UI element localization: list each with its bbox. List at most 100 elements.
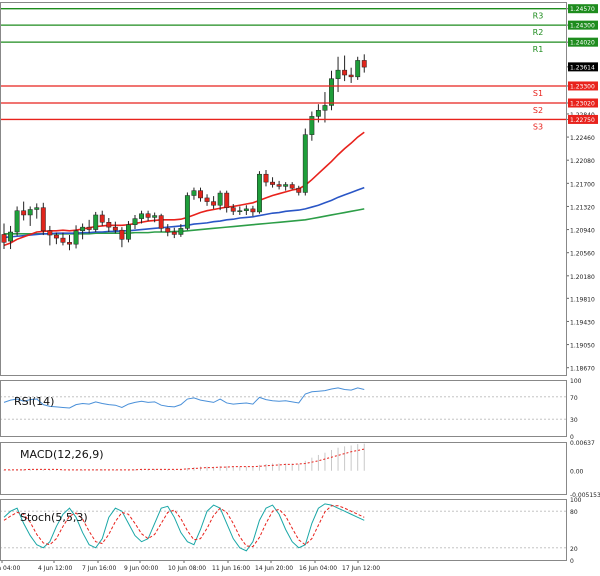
candle xyxy=(270,177,276,188)
candle xyxy=(289,182,295,190)
candle-body xyxy=(99,214,105,223)
price-pane-frame xyxy=(0,2,567,376)
rsi-pane-frame xyxy=(0,380,567,437)
stoch-tick-label: 20 xyxy=(570,546,578,553)
candle xyxy=(99,210,105,226)
candle-body xyxy=(270,181,276,185)
price-pane[interactable] xyxy=(1,54,367,251)
candle-body xyxy=(217,192,223,206)
candle-body xyxy=(184,195,190,229)
candle xyxy=(237,206,243,215)
candle xyxy=(263,169,269,187)
candle-body xyxy=(152,215,158,218)
candle xyxy=(73,225,79,249)
price-tick-label: 1.19810 xyxy=(570,296,595,303)
candle-body xyxy=(67,242,72,245)
candle-body xyxy=(322,105,328,111)
candle-body xyxy=(1,234,7,243)
time-tick-label: 9 Jun 00:00 xyxy=(124,565,158,572)
candle-body xyxy=(230,207,236,212)
candle-body xyxy=(60,237,66,243)
candle-body xyxy=(171,231,177,235)
candle xyxy=(198,187,203,202)
time-axis: 3 Jun 04:00 4 Jun 12:00 7 Jun 16:00 9 Jun 0… xyxy=(0,560,380,572)
candle-body xyxy=(73,230,79,245)
candle-body xyxy=(14,210,20,233)
time-tick-label: 17 Jun 12:00 xyxy=(342,565,380,572)
rsi-tick-label: 70 xyxy=(570,395,578,402)
candle-body xyxy=(276,184,282,187)
level-label-s1: S1 xyxy=(533,89,543,98)
candle-body xyxy=(165,228,171,233)
trading-chart: 1.24570 1.24300 1.24020 1.23614 1.23300 1.230… xyxy=(0,2,600,572)
candle xyxy=(309,111,315,141)
level-price-s1: 1.23300 xyxy=(570,83,595,90)
support-resistance-levels: 1.24570 R3 1.24300 R2 1.24020 R1 1.23300 S1 1.23… xyxy=(0,4,598,131)
time-tick-label: 11 Jun 16:00 xyxy=(212,565,250,572)
candle xyxy=(342,55,348,82)
candle-body xyxy=(250,208,256,213)
level-price-s2: 1.23020 xyxy=(570,101,595,108)
candle-body xyxy=(283,184,289,187)
candle xyxy=(106,218,112,233)
candle-body xyxy=(86,226,92,230)
candle xyxy=(47,225,53,246)
candle-body xyxy=(178,228,184,235)
candle-body xyxy=(257,173,262,213)
stoch-tick-label: 100 xyxy=(570,497,582,504)
candle-body xyxy=(126,224,131,240)
macd-pane[interactable]: 0.006370.00-0.005153MACD(12,26,9) xyxy=(3,440,600,499)
candle-body xyxy=(53,234,59,239)
candle-body xyxy=(302,134,308,193)
candle xyxy=(34,203,40,219)
candle-body xyxy=(342,69,348,76)
candle xyxy=(191,187,197,200)
candle xyxy=(204,194,210,206)
candle xyxy=(132,214,138,229)
candle-body xyxy=(145,213,151,218)
time-tick-label: 7 Jun 16:00 xyxy=(82,565,116,572)
candle-body xyxy=(237,210,243,212)
current-price-label: 1.23614 xyxy=(570,64,595,71)
stoch-title: Stoch(5,5,3) xyxy=(20,511,88,524)
price-tick-label: 1.19050 xyxy=(570,343,595,350)
time-tick-label: 16 Jun 04:00 xyxy=(299,565,337,572)
rsi-tick-label: 100 xyxy=(570,378,582,385)
price-tick-label: 1.20560 xyxy=(570,251,595,258)
macd-tick-label: 0.00637 xyxy=(570,440,595,447)
level-price-r2: 1.24300 xyxy=(570,23,595,30)
candle-body xyxy=(40,207,46,232)
stoch-pane[interactable]: 100 80 20 0 Stoch(5,5,3) xyxy=(0,497,582,565)
level-price-r3: 1.24570 xyxy=(570,6,595,13)
candle xyxy=(40,202,46,236)
level-label-s3: S3 xyxy=(533,122,543,131)
time-tick-label: 4 Jun 12:00 xyxy=(38,565,72,572)
candle-body xyxy=(355,60,361,78)
candle xyxy=(86,219,92,234)
candle-body xyxy=(139,213,145,219)
time-tick-label: 3 Jun 04:00 xyxy=(0,565,20,572)
level-price-s3: 1.22750 xyxy=(570,117,595,124)
candle-body xyxy=(296,187,302,193)
rsi-line xyxy=(3,387,365,409)
price-tick-label: 1.20180 xyxy=(570,274,595,281)
candle xyxy=(335,56,341,93)
candle-body xyxy=(27,209,33,216)
price-tick-label: 1.21700 xyxy=(570,181,595,188)
price-tick-label: 1.20940 xyxy=(570,228,595,235)
level-label-r1: R1 xyxy=(533,45,544,54)
candle-body xyxy=(243,208,249,211)
candle xyxy=(8,225,14,250)
candle xyxy=(67,235,72,251)
level-label-r3: R3 xyxy=(533,12,544,21)
candle xyxy=(322,92,328,123)
stoch-tick-label: 80 xyxy=(570,509,578,516)
candle-body xyxy=(263,173,269,183)
price-tick-label: 1.18670 xyxy=(570,366,595,373)
price-tick-label: 1.22080 xyxy=(570,158,595,165)
stoch-pane-frame xyxy=(0,499,567,561)
candle xyxy=(158,213,164,233)
candle-body xyxy=(80,226,86,232)
rsi-pane[interactable]: 10070300RSI(14) xyxy=(0,378,582,441)
candle xyxy=(250,205,256,217)
